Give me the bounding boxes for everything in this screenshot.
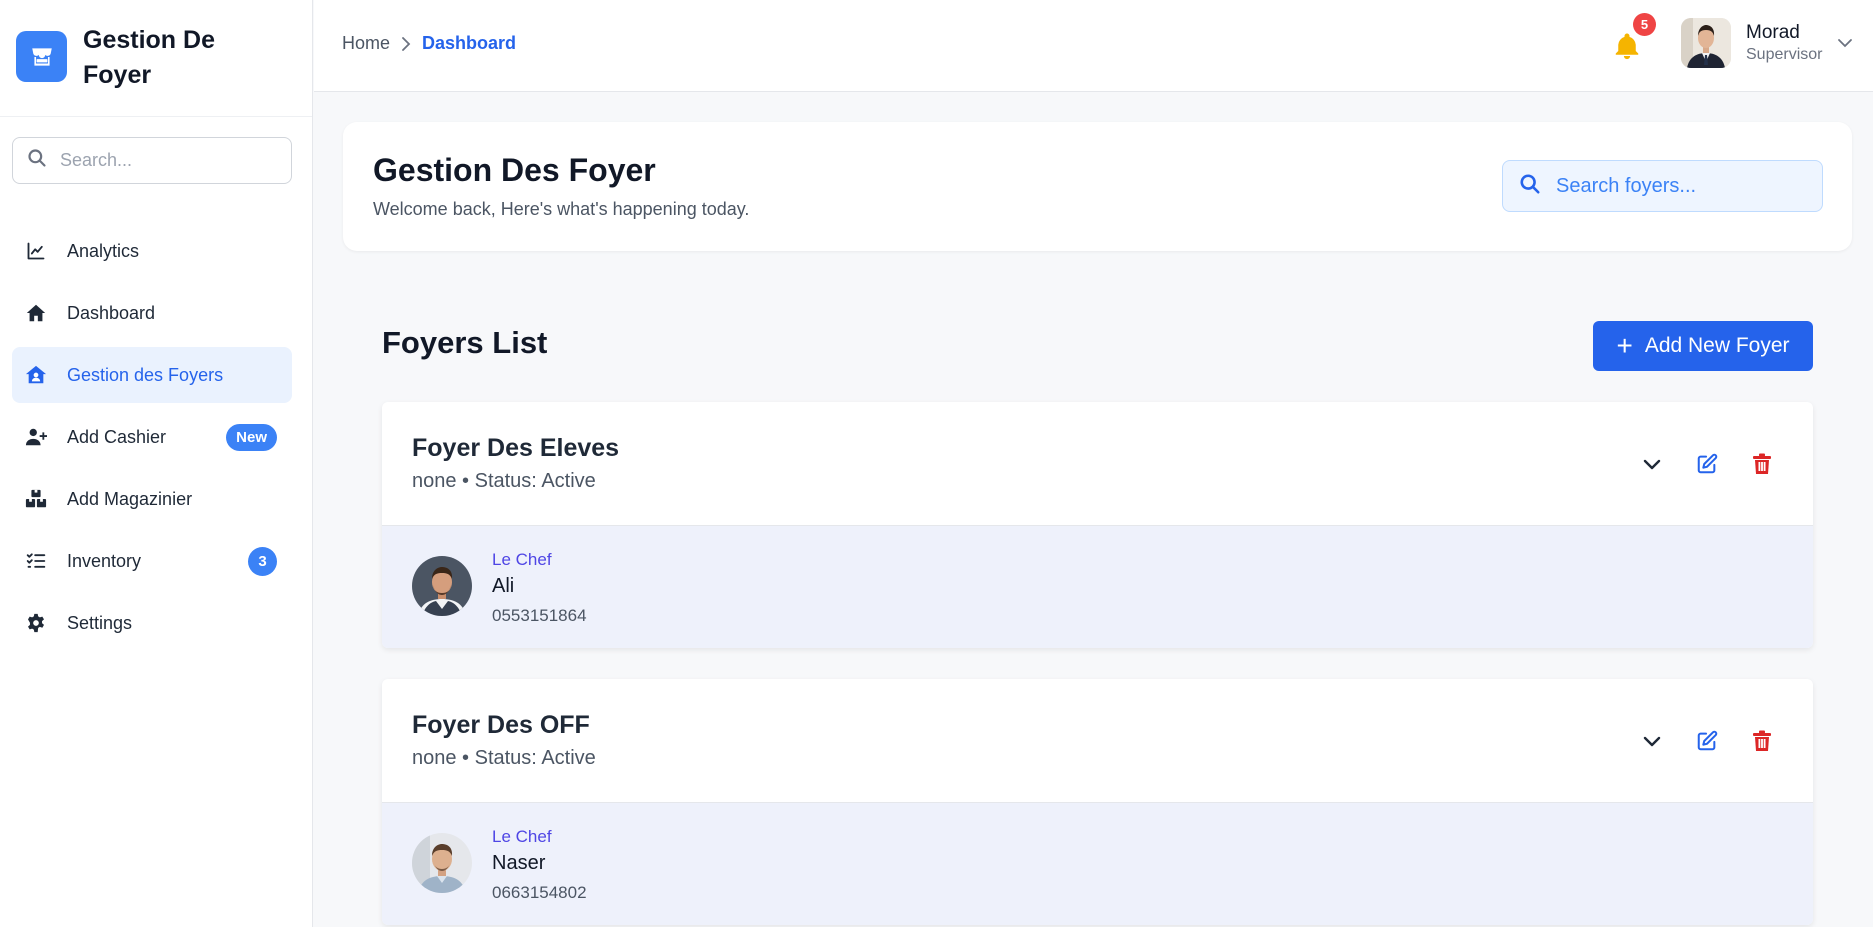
list-check-icon xyxy=(25,550,47,572)
foyer-card-header: Foyer Des OFF none • Status: Active xyxy=(382,679,1813,803)
sidebar-item-label: Add Cashier xyxy=(67,426,167,447)
sidebar-item-add-cashier[interactable]: Add Cashier New xyxy=(12,409,292,465)
chef-name: Ali xyxy=(492,575,515,597)
foyer-card: Foyer Des OFF none • Status: Active Le C… xyxy=(382,679,1813,925)
foyer-search[interactable] xyxy=(1502,160,1823,212)
chevron-right-icon xyxy=(400,36,412,51)
sidebar-search-input[interactable] xyxy=(60,150,280,171)
edit-icon[interactable] xyxy=(1693,727,1721,755)
notification-badge: 5 xyxy=(1633,13,1656,36)
chevron-down-icon[interactable] xyxy=(1837,36,1853,54)
sidebar-item-settings[interactable]: Settings xyxy=(12,595,292,651)
sidebar-item-dashboard[interactable]: Dashboard xyxy=(12,285,292,341)
sidebar-item-analytics[interactable]: Analytics xyxy=(12,223,292,279)
breadcrumb-home[interactable]: Home xyxy=(342,33,390,54)
brand-title: Gestion De Foyer xyxy=(83,26,215,89)
breadcrumb-current: Dashboard xyxy=(422,33,517,53)
sidebar-item-label: Settings xyxy=(67,612,133,633)
user-plus-icon xyxy=(25,426,47,448)
inventory-count-badge: 3 xyxy=(248,547,277,576)
foyer-search-input[interactable] xyxy=(1556,174,1806,198)
sidebar-item-label: Inventory xyxy=(67,550,142,571)
foyer-meta: none • Status: Active xyxy=(412,747,596,769)
house-user-icon xyxy=(25,364,47,386)
home-icon xyxy=(25,302,47,324)
foyer-name: Foyer Des Eleves xyxy=(412,434,620,462)
foyer-card: Foyer Des Eleves none • Status: Active L… xyxy=(382,402,1813,648)
sidebar-item-label: Gestion des Foyers xyxy=(67,364,224,385)
sidebar-nav: Analytics Dashboard Gestion des Foyers A… xyxy=(12,223,292,657)
chef-role: Le Chef xyxy=(492,827,552,846)
foyer-name: Foyer Des OFF xyxy=(412,711,590,739)
foyer-card-header: Foyer Des Eleves none • Status: Active xyxy=(382,402,1813,526)
sidebar-item-gestion-foyers[interactable]: Gestion des Foyers xyxy=(12,347,292,403)
chevron-down-icon[interactable] xyxy=(1638,727,1666,755)
store-icon xyxy=(16,31,67,82)
bell-icon[interactable] xyxy=(1612,31,1642,61)
trash-icon[interactable] xyxy=(1748,450,1776,478)
foyers-list-title: Foyers List xyxy=(382,325,548,360)
trash-icon[interactable] xyxy=(1748,727,1776,755)
sidebar-item-label: Analytics xyxy=(67,240,140,261)
sidebar-item-add-magazinier[interactable]: Add Magazinier xyxy=(12,471,292,527)
boxes-icon xyxy=(25,488,47,510)
chef-phone: 0553151864 xyxy=(492,606,587,625)
search-icon xyxy=(1519,173,1541,200)
user-name: Morad xyxy=(1746,22,1800,43)
sidebar-item-label: Dashboard xyxy=(67,302,156,323)
breadcrumb: Home Dashboard xyxy=(342,33,516,54)
page-title: Gestion Des Foyer xyxy=(373,152,656,188)
add-foyer-label: Add New Foyer xyxy=(1644,334,1790,357)
sidebar-item-label: Add Magazinier xyxy=(67,488,193,509)
sidebar-search[interactable] xyxy=(12,137,292,184)
page-subtitle: Welcome back, Here's what's happening to… xyxy=(373,199,750,219)
chevron-down-icon[interactable] xyxy=(1638,450,1666,478)
foyer-meta: none • Status: Active xyxy=(412,470,596,492)
chef-role: Le Chef xyxy=(492,550,552,569)
page-header-card: Gestion Des Foyer Welcome back, Here's w… xyxy=(343,122,1852,251)
topbar: Home Dashboard 5 Morad Supervisor xyxy=(314,0,1873,92)
brand: Gestion De Foyer xyxy=(0,0,312,117)
gear-icon xyxy=(25,612,47,634)
sidebar-item-inventory[interactable]: Inventory 3 xyxy=(12,533,292,589)
edit-icon[interactable] xyxy=(1693,450,1721,478)
search-icon xyxy=(27,148,47,173)
chart-line-icon xyxy=(25,240,47,262)
chef-section: Le Chef Ali 0553151864 xyxy=(382,526,1813,648)
chef-phone: 0663154802 xyxy=(492,883,587,902)
avatar[interactable] xyxy=(1681,18,1731,68)
plus-icon: + xyxy=(1616,330,1633,361)
sidebar: Gestion De Foyer Analytics Dashboard Ges… xyxy=(0,0,313,927)
add-foyer-button[interactable]: + Add New Foyer xyxy=(1593,321,1813,371)
new-badge: New xyxy=(226,424,277,451)
chef-name: Naser xyxy=(492,852,546,874)
avatar xyxy=(412,556,472,616)
chef-section: Le Chef Naser 0663154802 xyxy=(382,803,1813,925)
avatar xyxy=(412,833,472,893)
user-role: Supervisor xyxy=(1746,46,1823,63)
